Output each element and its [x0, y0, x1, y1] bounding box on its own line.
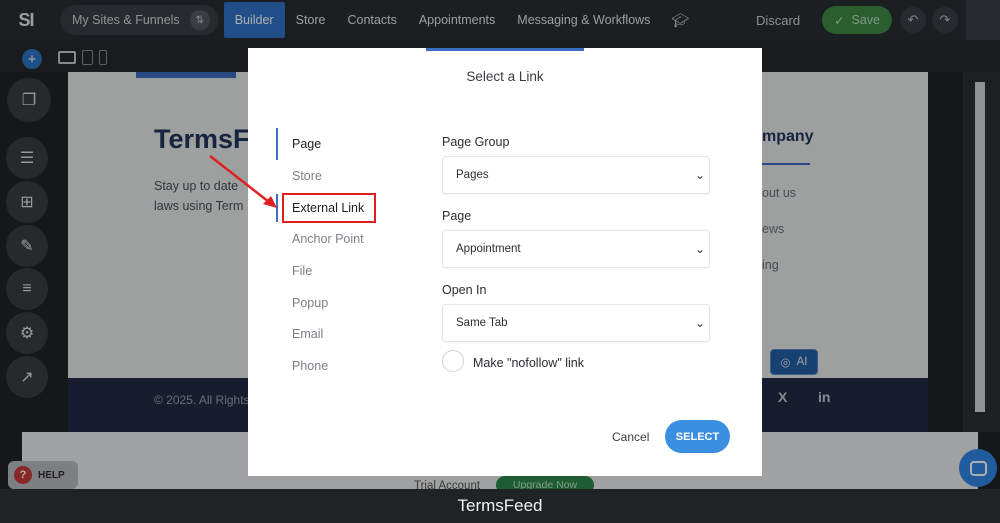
link-type-store[interactable]: Store	[292, 169, 322, 183]
page-group-select[interactable]: Pages ⌄	[442, 156, 710, 194]
nofollow-toggle[interactable]	[442, 350, 464, 372]
annotation-highlight-box	[282, 193, 376, 223]
open-in-select[interactable]: Same Tab ⌄	[442, 304, 710, 342]
select-button[interactable]: SELECT	[665, 420, 730, 453]
nofollow-label: Make "nofollow" link	[473, 356, 585, 370]
chevron-down-icon: ⌄	[694, 242, 705, 256]
chevron-down-icon: ⌄	[694, 168, 705, 182]
video-caption: TermsFeed	[0, 489, 1000, 523]
page-group-label: Page Group	[442, 135, 510, 149]
cancel-button[interactable]: Cancel	[612, 430, 649, 444]
chevron-down-icon: ⌄	[694, 316, 705, 330]
modal-title: Select a Link	[466, 69, 544, 84]
link-type-anchor-point[interactable]: Anchor Point	[292, 232, 364, 246]
open-in-value: Same Tab	[456, 317, 508, 329]
page-label: Page	[442, 209, 472, 223]
link-type-file[interactable]: File	[292, 264, 312, 278]
link-type-popup[interactable]: Popup	[292, 296, 328, 310]
select-link-modal: Select a Link Page Store External Link A…	[248, 48, 762, 476]
modal-top-accent	[426, 48, 584, 51]
page-group-value: Pages	[456, 169, 489, 181]
open-in-label: Open In	[442, 283, 487, 297]
link-type-page[interactable]: Page	[292, 137, 321, 151]
page-value: Appointment	[456, 243, 521, 255]
page-select[interactable]: Appointment ⌄	[442, 230, 710, 268]
link-type-phone[interactable]: Phone	[292, 359, 328, 373]
link-type-email[interactable]: Email	[292, 327, 323, 341]
annotation-arrow-icon	[209, 155, 277, 208]
